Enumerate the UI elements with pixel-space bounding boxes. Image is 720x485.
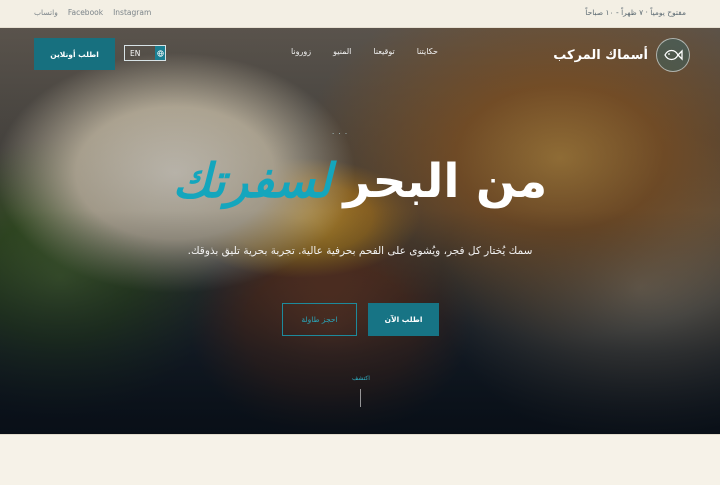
nav-item-story[interactable]: حكايتنا	[417, 47, 438, 56]
scroll-indicator-line	[360, 389, 361, 407]
book-table-button[interactable]: احجز طاولة	[282, 303, 357, 336]
top-info-bar: مفتوح يومياً · ٧ ظهراً - ١٠ صباحاً واتسا…	[0, 0, 720, 28]
nav-item-signature[interactable]: توقيعنا	[373, 47, 394, 56]
opening-hours: مفتوح يومياً · ٧ ظهراً - ١٠ صباحاً	[585, 8, 686, 17]
brand[interactable]: أسماك المركب	[553, 38, 690, 72]
globe-icon	[155, 46, 165, 60]
fish-icon	[656, 38, 690, 72]
order-now-button[interactable]: اطلب الآن	[368, 303, 439, 336]
next-section	[0, 434, 720, 485]
social-link-whatsapp[interactable]: واتساب	[34, 8, 58, 17]
hero-subtitle: سمك يُختار كل فجر، ويُشوى على الفحم بحرف…	[187, 245, 533, 257]
social-link-facebook[interactable]: Facebook	[68, 8, 103, 17]
hero-kicker: · · ·	[332, 130, 349, 138]
hero-headline: من البحرلسفرتك	[0, 156, 720, 208]
main-nav: حكايتنا توقيعنا المنيو زورونا	[291, 47, 438, 56]
social-link-instagram[interactable]: Instagram	[113, 8, 151, 17]
language-label: EN	[130, 48, 141, 58]
language-switcher[interactable]: EN	[124, 45, 166, 61]
social-links: واتساب Facebook Instagram	[34, 8, 151, 17]
scroll-hint[interactable]: اكتشف	[352, 375, 370, 382]
order-online-button[interactable]: اطلب أونلاين	[34, 38, 115, 70]
hero-section: أسماك المركب حكايتنا توقيعنا المنيو زورو…	[0, 28, 720, 434]
nav-item-visit[interactable]: زورونا	[291, 47, 311, 56]
nav-item-menu[interactable]: المنيو	[333, 47, 351, 56]
headline-teal: لسفرتك	[172, 154, 332, 209]
brand-name: أسماك المركب	[553, 47, 648, 63]
headline-white: من البحر	[343, 154, 548, 209]
